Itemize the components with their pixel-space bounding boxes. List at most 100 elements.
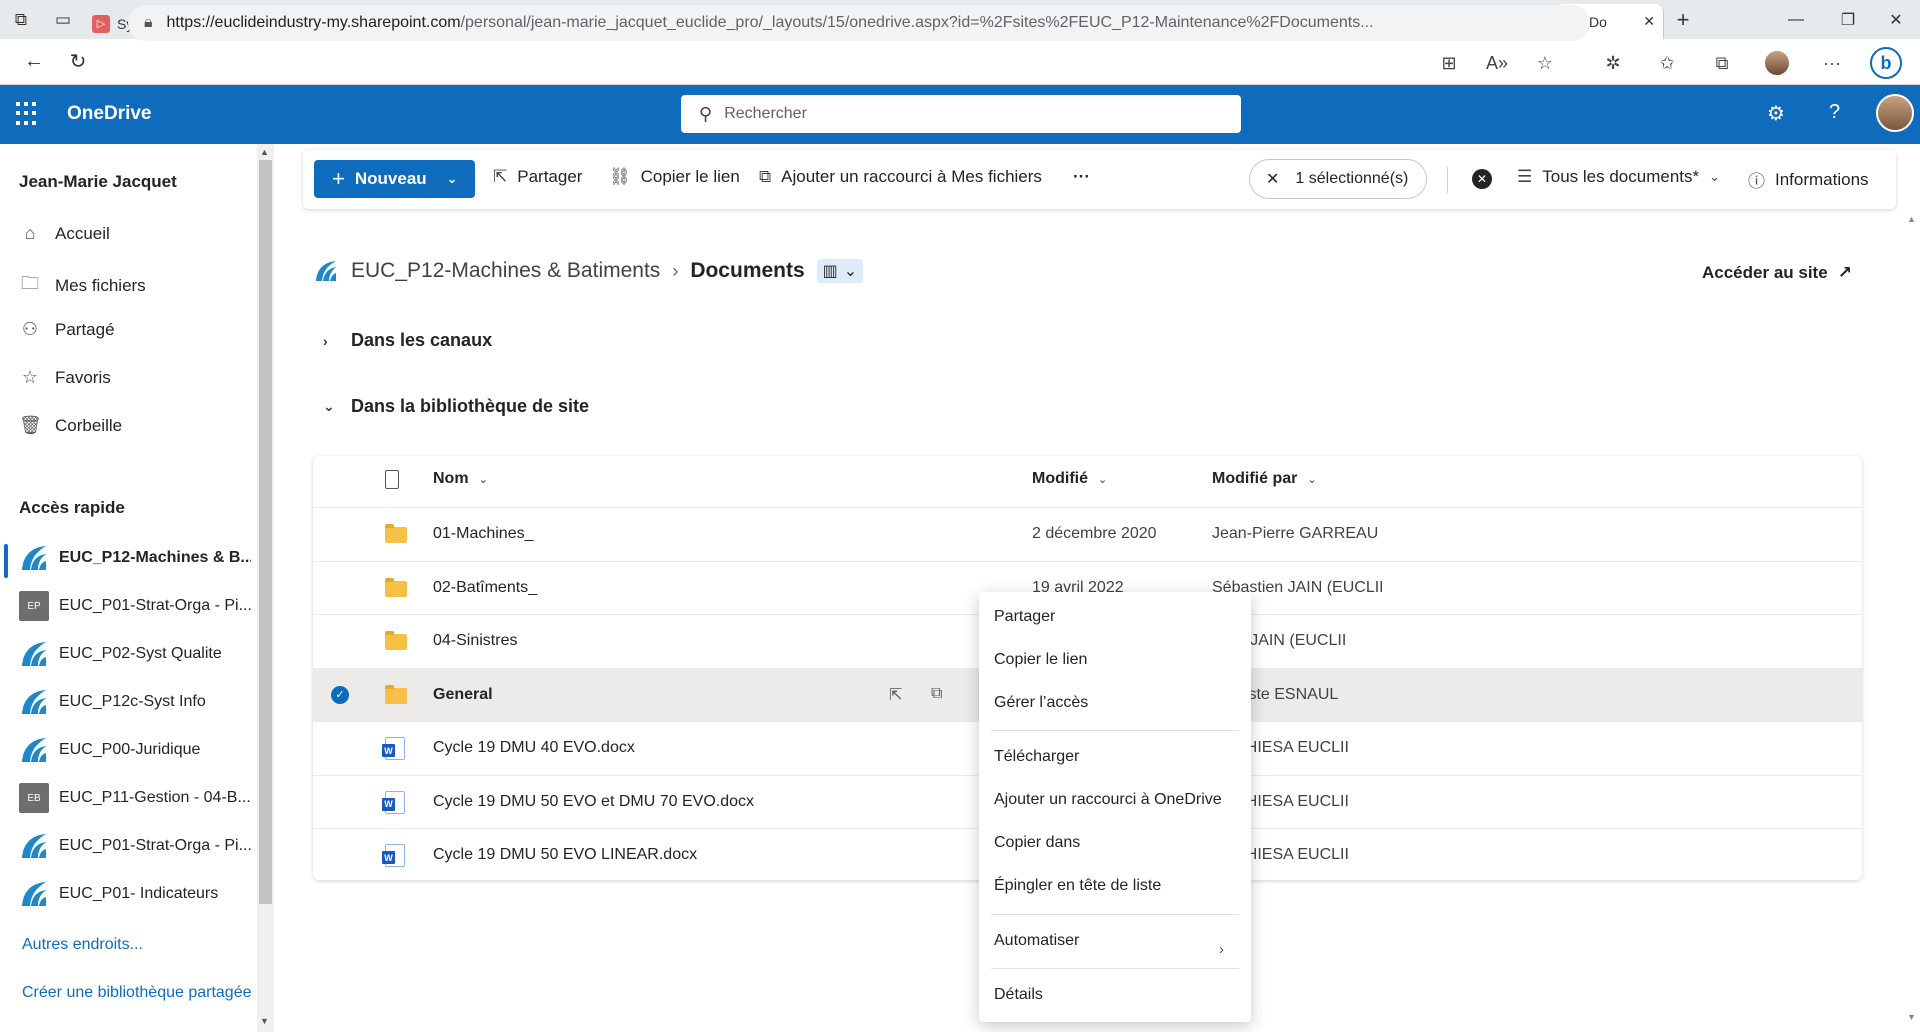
share-icon[interactable]: ⇱ bbox=[889, 685, 902, 705]
menu-item-add-shortcut[interactable]: Ajouter un raccourci à OneDrive bbox=[994, 791, 1222, 809]
column-header-modified[interactable]: Modifié ⌄ bbox=[1032, 470, 1107, 488]
file-name[interactable]: 01-Machines_ bbox=[433, 525, 534, 543]
quick-access-item[interactable]: EP EUC_P01-Strat-Orga - Pi... bbox=[19, 591, 251, 621]
menu-item-download[interactable]: Télécharger bbox=[994, 748, 1079, 766]
shortcut-icon[interactable]: ⧉ bbox=[931, 685, 942, 703]
column-header-name[interactable]: Nom ⌄ bbox=[433, 470, 488, 488]
menu-divider bbox=[991, 968, 1239, 969]
section-channels[interactable]: › Dans les canaux bbox=[323, 330, 492, 351]
main-scrollbar[interactable]: ▲ ▼ bbox=[1903, 144, 1920, 1032]
search-input[interactable]: ⚲ Rechercher bbox=[681, 95, 1241, 133]
profile-avatar[interactable] bbox=[1760, 46, 1794, 80]
new-button[interactable]: + Nouveau ⌄ bbox=[314, 160, 475, 198]
view-switcher[interactable]: ☰ Tous les documents* ⌄ bbox=[1517, 167, 1720, 187]
workspaces-icon[interactable]: ⧉ bbox=[0, 0, 42, 39]
file-name[interactable]: General bbox=[433, 686, 493, 704]
app-title[interactable]: OneDrive bbox=[67, 103, 151, 125]
menu-item-share[interactable]: Partager bbox=[994, 608, 1055, 626]
site-logo-icon bbox=[19, 687, 49, 717]
scroll-up-icon[interactable]: ▲ bbox=[260, 147, 269, 157]
url-input[interactable]: 🔒︎ https://euclideindustry-my.sharepoint… bbox=[128, 5, 1590, 41]
read-aloud-icon[interactable]: A» bbox=[1480, 46, 1514, 80]
nav-item-my-files[interactable]: 🗀︎ Mes fichiers bbox=[19, 271, 146, 301]
file-name[interactable]: Cycle 19 DMU 50 EVO et DMU 70 EVO.docx bbox=[433, 793, 754, 811]
settings-gear-icon[interactable]: ⚙ bbox=[1767, 101, 1785, 126]
app-launcher-icon[interactable] bbox=[16, 102, 40, 126]
nav-scrollbar[interactable]: ▲ ▼ bbox=[257, 144, 274, 1032]
checkmark-icon[interactable]: ✓ bbox=[331, 685, 349, 704]
scroll-down-icon[interactable]: ▼ bbox=[1907, 1012, 1916, 1022]
quick-access-item[interactable]: EUC_P01- Indicateurs bbox=[19, 879, 251, 909]
close-tab-icon[interactable]: ✕ bbox=[1643, 13, 1655, 30]
quick-access-label: EUC_P02-Syst Qualite bbox=[59, 645, 222, 662]
tab-actions-icon[interactable]: ▭ bbox=[42, 0, 84, 39]
tab-favicon-icon: ▷ bbox=[92, 14, 110, 33]
collections-icon[interactable]: ⧉ bbox=[1705, 46, 1739, 80]
help-icon[interactable]: ? bbox=[1829, 101, 1840, 124]
close-icon[interactable]: ✕ bbox=[1266, 169, 1279, 189]
more-actions-button[interactable]: ··· bbox=[1073, 167, 1090, 187]
other-places-link[interactable]: Autres endroits... bbox=[22, 936, 143, 954]
extensions-icon[interactable]: ✲ bbox=[1596, 46, 1630, 80]
more-menu-icon[interactable]: ··· bbox=[1815, 46, 1849, 80]
add-shortcut-button[interactable]: ⧉ Ajouter un raccourci à Mes fichiers bbox=[759, 167, 1042, 187]
word-document-icon: W bbox=[382, 844, 405, 867]
scrollbar-thumb[interactable] bbox=[259, 160, 272, 904]
close-window-icon[interactable]: ✕ bbox=[1870, 0, 1920, 39]
quick-access-item[interactable]: EB EUC_P11-Gestion - 04-B... bbox=[19, 783, 251, 813]
folder-icon: 🗀︎ bbox=[21, 273, 39, 293]
nav-item-recycle-bin[interactable]: 🗑︎ Corbeille bbox=[19, 415, 122, 436]
share-label: Partager bbox=[517, 167, 583, 186]
section-library[interactable]: ⌄ Dans la bibliothèque de site bbox=[323, 396, 589, 417]
nav-item-shared[interactable]: ⚇ Partagé bbox=[19, 319, 115, 340]
quick-access-item[interactable]: EUC_P00-Juridique bbox=[19, 735, 251, 765]
nav-item-home[interactable]: ⌂ Accueil bbox=[19, 223, 110, 244]
breadcrumb-site[interactable]: EUC_P12-Machines & Batiments bbox=[351, 259, 660, 283]
bing-icon[interactable]: b bbox=[1870, 47, 1902, 79]
file-name[interactable]: Cycle 19 DMU 40 EVO.docx bbox=[433, 739, 635, 757]
back-arrow-icon[interactable]: ← bbox=[12, 42, 56, 82]
folder-icon bbox=[385, 577, 407, 597]
create-library-link[interactable]: Créer une bibliothèque partagée bbox=[22, 984, 252, 1002]
menu-item-details[interactable]: Détails bbox=[994, 986, 1043, 1004]
minimize-icon[interactable]: — bbox=[1770, 0, 1822, 39]
quick-access-item[interactable]: EUC_P12-Machines & B... bbox=[19, 543, 251, 573]
file-name[interactable]: Cycle 19 DMU 50 EVO LINEAR.docx bbox=[433, 846, 697, 864]
quick-access-label: EUC_P12c-Syst Info bbox=[59, 693, 206, 710]
file-name[interactable]: 02-Batîments_ bbox=[433, 579, 537, 597]
table-row[interactable]: 01-Machines_ 2 décembre 2020 Jean-Pierre G… bbox=[313, 507, 1862, 560]
scroll-up-icon[interactable]: ▲ bbox=[1907, 214, 1916, 224]
column-header-modified-by[interactable]: Modifié par ⌄ bbox=[1212, 470, 1317, 488]
folder-icon bbox=[385, 684, 407, 704]
tab-label: Do bbox=[1589, 13, 1607, 30]
user-avatar[interactable] bbox=[1876, 94, 1914, 132]
clear-selection-icon[interactable]: ✕ bbox=[1472, 169, 1492, 189]
arrow-up-right-icon: ↗ bbox=[1837, 263, 1852, 282]
nav-label: Favoris bbox=[55, 367, 111, 387]
info-button[interactable]: ⓘ Informations bbox=[1748, 167, 1869, 192]
restore-icon[interactable]: ❐ bbox=[1822, 0, 1874, 39]
copy-link-button[interactable]: ⛓ Copier le lien bbox=[609, 167, 740, 187]
nav-item-favorites[interactable]: ☆ Favoris bbox=[19, 367, 111, 388]
app-available-icon[interactable]: ⊞ bbox=[1432, 46, 1466, 80]
new-tab-button[interactable]: + bbox=[1664, 7, 1702, 33]
quick-access-item[interactable]: EUC_P12c-Syst Info bbox=[19, 687, 251, 717]
quick-access-item[interactable]: EUC_P01-Strat-Orga - Pi... bbox=[19, 831, 251, 861]
home-icon: ⌂ bbox=[24, 223, 36, 243]
share-button[interactable]: ⇱ Partager bbox=[493, 167, 582, 187]
menu-item-copy-to[interactable]: Copier dans bbox=[994, 834, 1080, 852]
menu-item-pin[interactable]: Épingler en tête de liste bbox=[994, 877, 1161, 895]
refresh-icon[interactable]: ↻ bbox=[56, 42, 100, 82]
favorite-star-icon[interactable]: ☆ bbox=[1528, 46, 1562, 80]
favorites-icon[interactable]: ✩ bbox=[1650, 46, 1684, 80]
go-to-site-link[interactable]: Accéder au site ↗ bbox=[1702, 263, 1852, 283]
library-view-button[interactable]: ▥ ⌄ bbox=[816, 259, 864, 283]
scroll-down-icon[interactable]: ▼ bbox=[260, 1016, 269, 1026]
selection-count-pill[interactable]: ✕ 1 sélectionné(s) bbox=[1249, 159, 1427, 199]
menu-item-manage-access[interactable]: Gérer l’accès bbox=[994, 694, 1088, 712]
menu-item-copy-link[interactable]: Copier le lien bbox=[994, 651, 1087, 669]
file-name[interactable]: 04-Sinistres bbox=[433, 632, 517, 650]
quick-access-item[interactable]: EUC_P02-Syst Qualite bbox=[19, 639, 251, 669]
chevron-down-icon: ⌄ bbox=[1098, 473, 1108, 486]
menu-item-automate[interactable]: Automatiser bbox=[994, 932, 1079, 950]
